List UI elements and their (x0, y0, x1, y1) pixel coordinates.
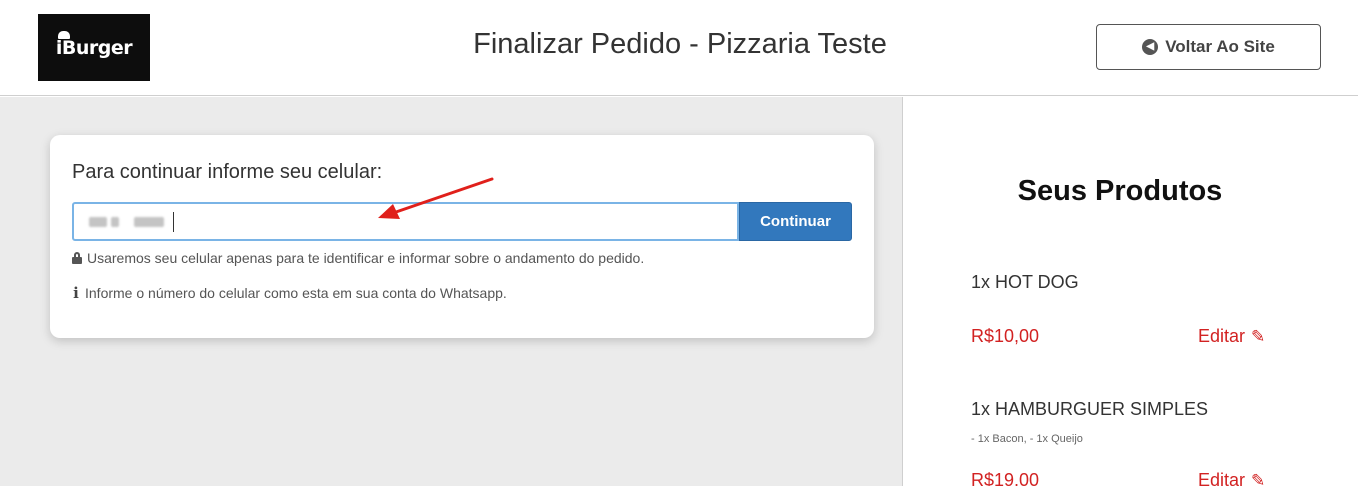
continue-button[interactable]: Continuar (739, 202, 852, 241)
sidebar-products: Seus Produtos 1x HOT DOG R$10,00 Editar … (904, 97, 1358, 486)
info-icon: i (73, 284, 79, 302)
edit-label: Editar (1198, 470, 1246, 486)
product-name: 1x HOT DOG (971, 272, 1079, 292)
logo[interactable]: iBurger (38, 14, 150, 81)
privacy-note-text: Usaremos seu celular apenas para te iden… (87, 250, 645, 266)
lock-icon (72, 252, 82, 264)
product-price: R$10,00 (971, 326, 1040, 346)
edit-label: Editar (1198, 326, 1246, 346)
chef-hat-icon (58, 31, 70, 39)
product-extras: - 1x Bacon, - 1x Queijo (971, 433, 1083, 445)
product-name: 1x HAMBURGUER SIMPLES (971, 399, 1209, 419)
back-to-site-button[interactable]: ◀ Voltar Ao Site (1096, 24, 1321, 70)
header: iBurger Finalizar Pedido - Pizzaria Test… (0, 0, 1358, 96)
info-note: i Informe o número do celular como esta … (72, 284, 507, 302)
edit-product-link[interactable]: Editar ✎ (1198, 326, 1265, 347)
main-content: Para continuar informe seu celular: Cont… (0, 97, 903, 486)
phone-card: Para continuar informe seu celular: Cont… (50, 135, 874, 338)
edit-icon: ✎ (1251, 326, 1266, 346)
back-to-site-label: Voltar Ao Site (1165, 37, 1275, 56)
info-note-text: Informe o número do celular como esta em… (85, 285, 507, 301)
logo-text: iBurger (55, 36, 133, 59)
privacy-note: Usaremos seu celular apenas para te iden… (72, 250, 644, 266)
text-caret (173, 212, 174, 232)
page-title: Finalizar Pedido - Pizzaria Teste (473, 28, 887, 60)
redacted-phone-value (89, 215, 177, 229)
phone-prompt: Para continuar informe seu celular: (72, 161, 383, 183)
edit-product-link[interactable]: Editar ✎ (1198, 470, 1265, 486)
product-price: R$19,00 (971, 470, 1040, 486)
arrow-circle-left-icon: ◀ (1142, 39, 1159, 55)
sidebar-title: Seus Produtos (1017, 175, 1223, 207)
edit-icon: ✎ (1251, 470, 1266, 486)
